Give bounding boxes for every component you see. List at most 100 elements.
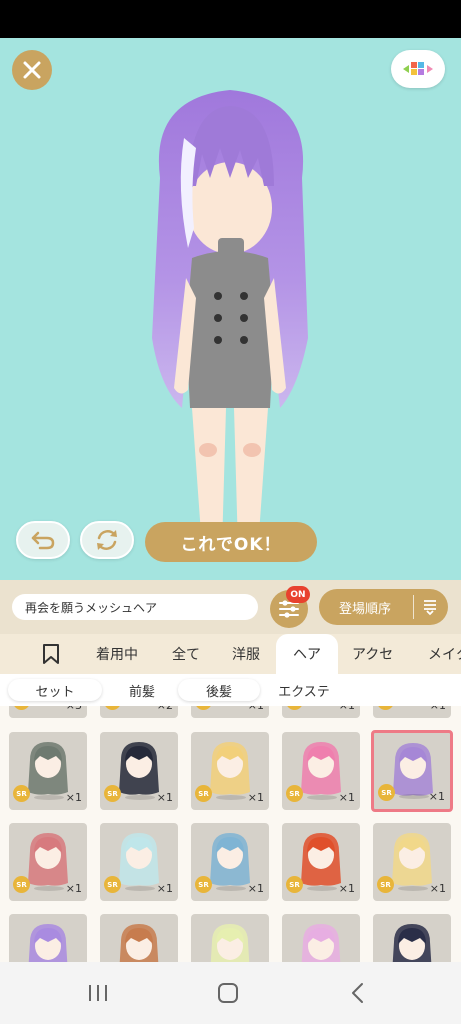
- item-shadow: [398, 886, 428, 891]
- rarity-badge: SR: [286, 876, 303, 893]
- rarity-badge: SR: [13, 706, 30, 710]
- item-count: ×1: [338, 882, 355, 895]
- bookmark-tab[interactable]: [38, 634, 64, 674]
- item-name-label: 再会を願うメッシュヘア: [12, 594, 258, 620]
- home-icon: [218, 983, 238, 1003]
- item-count: ×1: [65, 882, 82, 895]
- hair-item-card[interactable]: SR ×1: [191, 732, 269, 810]
- item-count: ×3: [66, 706, 82, 712]
- hair-item-card[interactable]: SR ×1: [9, 732, 87, 810]
- item-shadow: [216, 795, 246, 800]
- hair-subtabs: セット 前髪 後髪 エクステ: [0, 674, 461, 706]
- hair-item-card[interactable]: SR ×1: [373, 823, 451, 901]
- subtab-extensions[interactable]: エクステ: [268, 679, 340, 701]
- hair-item-card[interactable]: SR ×3: [9, 706, 87, 718]
- item-count: ×1: [247, 882, 264, 895]
- item-shadow: [399, 794, 429, 799]
- close-icon: [23, 61, 41, 79]
- hair-item-card[interactable]: SR ×1: [282, 823, 360, 901]
- item-count: ×1: [338, 791, 355, 804]
- hair-thumbnail-icon: [210, 924, 250, 962]
- hair-item-card[interactable]: SR ×1: [100, 823, 178, 901]
- item-info-bar: 再会を願うメッシュヘア ON 登場順序: [0, 580, 461, 634]
- menu-button[interactable]: [391, 50, 445, 88]
- item-count: ×1: [247, 791, 264, 804]
- hair-item-card[interactable]: SR ×1: [9, 823, 87, 901]
- rarity-badge: SR: [104, 876, 121, 893]
- filter-on-badge: ON: [286, 586, 310, 603]
- hair-thumbnail-icon: [28, 924, 68, 962]
- hair-item-card[interactable]: [191, 914, 269, 962]
- tab-makeup[interactable]: メイク: [428, 634, 461, 674]
- rarity-badge: SR: [377, 706, 394, 710]
- hair-item-card[interactable]: [100, 914, 178, 962]
- item-shadow: [307, 795, 337, 800]
- rarity-badge: SR: [104, 706, 121, 710]
- rarity-badge: SR: [104, 785, 121, 802]
- recent-apps-icon: [89, 985, 107, 1001]
- hair-item-card[interactable]: [373, 914, 451, 962]
- status-bar: [0, 0, 461, 38]
- item-count: ×1: [65, 791, 82, 804]
- subtab-bangs[interactable]: 前髪: [112, 679, 172, 701]
- system-nav-bar: [0, 962, 461, 1024]
- tab-wearing[interactable]: 着用中: [96, 634, 138, 674]
- tab-hair[interactable]: ヘア: [276, 634, 338, 674]
- hair-item-card[interactable]: SR ×2: [100, 706, 178, 718]
- back-icon: [352, 983, 363, 1003]
- rarity-badge: SR: [286, 785, 303, 802]
- sort-order-label: 登場順序: [339, 601, 392, 617]
- item-count: ×1: [248, 706, 264, 712]
- hair-item-grid: SR ×3 SR ×2 SR ×1 SR ×1 SR ×1 SR ×1 SR ×…: [0, 706, 461, 962]
- recent-apps-button[interactable]: [78, 978, 118, 1008]
- undo-button[interactable]: [16, 521, 70, 559]
- tab-clothes[interactable]: 洋服: [232, 634, 260, 674]
- confirm-ok-button[interactable]: これでOK！: [145, 522, 317, 562]
- tab-accessories[interactable]: アクセ: [352, 634, 393, 674]
- subtab-set[interactable]: セット: [8, 679, 102, 701]
- rarity-badge: SR: [378, 784, 395, 801]
- subtab-back-hair[interactable]: 後髪: [178, 679, 260, 701]
- close-button[interactable]: [12, 50, 52, 90]
- tab-all[interactable]: 全て: [172, 634, 200, 674]
- hair-item-card[interactable]: SR ×1: [373, 706, 451, 718]
- rarity-badge: SR: [377, 876, 394, 893]
- hair-item-card[interactable]: SR ×1: [100, 732, 178, 810]
- item-count: ×1: [339, 706, 355, 712]
- color-blocks-icon: [403, 62, 433, 75]
- avatar-preview: これでOK！: [0, 38, 461, 580]
- home-button[interactable]: [208, 978, 248, 1008]
- hair-item-card[interactable]: SR ×1: [191, 706, 269, 718]
- item-shadow: [307, 886, 337, 891]
- rarity-badge: SR: [195, 785, 212, 802]
- back-button[interactable]: [338, 978, 378, 1008]
- item-count: ×1: [428, 790, 445, 803]
- hair-item-card[interactable]: SR ×1: [282, 732, 360, 810]
- hair-thumbnail-icon: [119, 924, 159, 962]
- rarity-badge: SR: [195, 876, 212, 893]
- hair-item-card[interactable]: SR ×1: [191, 823, 269, 901]
- hair-item-card[interactable]: SR ×1: [282, 706, 360, 718]
- rarity-badge: SR: [195, 706, 212, 710]
- sort-order-button[interactable]: 登場順序: [319, 589, 448, 625]
- hair-item-card[interactable]: [282, 914, 360, 962]
- hair-thumbnail-icon: [392, 924, 432, 962]
- item-count: ×1: [430, 706, 446, 712]
- avatar-character: [152, 90, 308, 556]
- category-tabs: 着用中 全て 洋服 ヘア アクセ メイク: [0, 634, 461, 674]
- hair-item-card[interactable]: [9, 914, 87, 962]
- rarity-badge: SR: [286, 706, 303, 710]
- hair-item-card-selected[interactable]: SR ×1: [371, 730, 453, 812]
- item-shadow: [34, 795, 64, 800]
- item-count: ×2: [157, 706, 173, 712]
- reset-button[interactable]: [80, 521, 134, 559]
- item-count: ×1: [429, 882, 446, 895]
- item-shadow: [216, 886, 246, 891]
- sort-divider: [413, 595, 414, 619]
- refresh-icon: [97, 530, 117, 550]
- item-count: ×1: [156, 882, 173, 895]
- item-count: ×1: [156, 791, 173, 804]
- item-shadow: [125, 795, 155, 800]
- bookmark-icon: [43, 644, 59, 664]
- rarity-badge: SR: [13, 785, 30, 802]
